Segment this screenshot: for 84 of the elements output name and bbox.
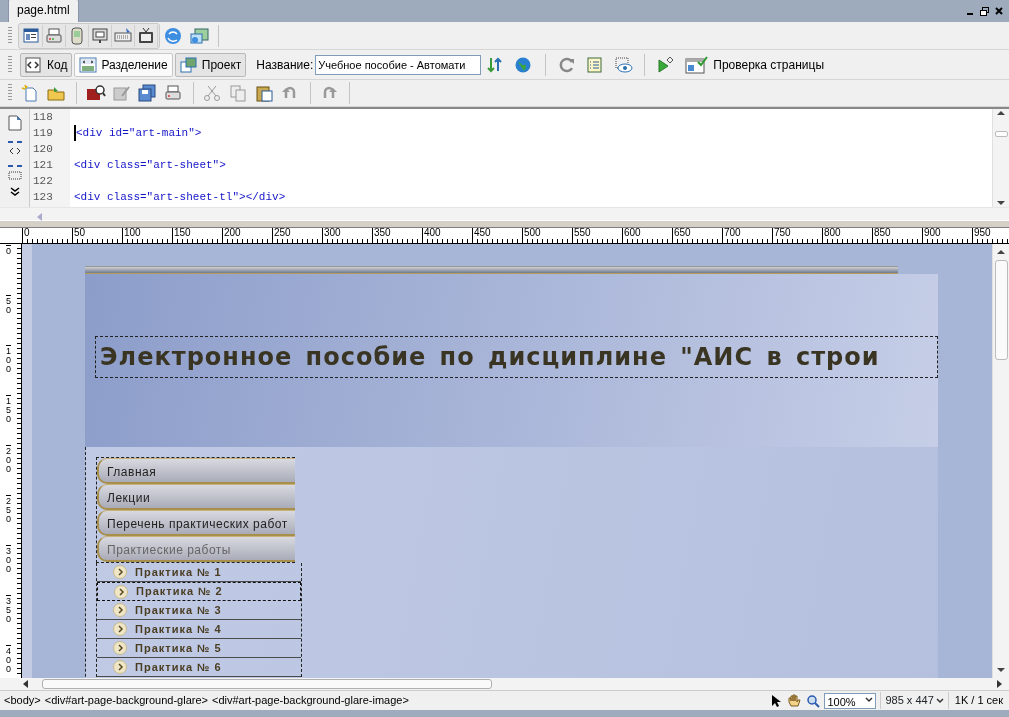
- view-button[interactable]: Проект: [174, 52, 247, 77]
- chevron-icon: [113, 565, 127, 579]
- download-time: 1K / 1 сек: [947, 692, 1009, 709]
- save-all-icon[interactable]: [138, 84, 158, 102]
- submenu-item[interactable]: Практика № 5: [97, 639, 301, 658]
- page-title: Электронное пособие по дисциплине "АИС в строи: [95, 336, 938, 378]
- printer-icon[interactable]: [45, 26, 63, 45]
- line-number: 120: [33, 142, 54, 157]
- line-number: 118: [33, 110, 54, 125]
- chevron-icon: [113, 660, 127, 674]
- menu-item[interactable]: Перечень практических работ: [97, 510, 295, 536]
- chevron-icon: [113, 603, 127, 617]
- code-line: <div class="art-sheet-tl"></div>: [74, 190, 287, 205]
- windows-icon[interactable]: [189, 26, 209, 45]
- hand-icon[interactable]: [786, 693, 803, 708]
- title-label: Название:: [256, 56, 314, 74]
- edit-icon[interactable]: [112, 84, 132, 102]
- chevron-icon: [114, 584, 128, 599]
- view-button[interactable]: Разделение: [74, 52, 173, 77]
- document-tab[interactable]: page.html: [8, 0, 79, 22]
- eye-icon[interactable]: [613, 55, 633, 74]
- scroll-thumb[interactable]: [994, 260, 1008, 360]
- tag-selector[interactable]: <div#art-page-background-glare>: [44, 692, 208, 709]
- menu-item[interactable]: Главная: [97, 458, 295, 484]
- submenu-item[interactable]: Практика № 4: [97, 620, 301, 639]
- keyboard-icon[interactable]: [114, 26, 132, 45]
- splitter-bar[interactable]: [0, 220, 1009, 228]
- scroll-right-icon[interactable]: [997, 680, 1003, 688]
- tag-selector[interactable]: <body>: [4, 692, 41, 709]
- scroll-up-icon[interactable]: [997, 109, 1005, 115]
- pointer-icon[interactable]: [770, 693, 783, 708]
- restore-icon[interactable]: [980, 6, 989, 16]
- scroll-thumb[interactable]: [994, 131, 1008, 137]
- line-number: 122: [33, 174, 54, 189]
- ruler-label: 350: [6, 595, 11, 645]
- menu-item[interactable]: Лекции: [97, 484, 295, 510]
- check-page-button[interactable]: Проверка страницы: [681, 52, 828, 77]
- checklist-icon: [685, 55, 710, 74]
- submenu-item[interactable]: Практика № 1: [97, 563, 301, 582]
- ruler-label: 300: [6, 545, 11, 595]
- layout-icon[interactable]: [22, 26, 40, 45]
- expand-icon[interactable]: [9, 187, 20, 197]
- submenu-item[interactable]: Практика № 2: [97, 582, 301, 601]
- printer-icon[interactable]: [164, 84, 184, 102]
- title-field[interactable]: Учебное пособие - Автомати: [315, 54, 482, 75]
- collapse-tag-icon[interactable]: [6, 139, 23, 157]
- ruler-label: 50: [6, 295, 11, 345]
- device-icon[interactable]: [68, 26, 86, 45]
- chevron-icon: [113, 641, 127, 655]
- ruler-label: 250: [6, 495, 11, 545]
- code-view-icon: [25, 56, 43, 73]
- window-size-selector[interactable]: 985 x 447: [880, 692, 948, 709]
- submenu-item[interactable]: Практика № 3: [97, 601, 301, 620]
- ruler-label: 950: [972, 228, 1009, 243]
- ruler-label: 0: [6, 245, 11, 295]
- browse-icon[interactable]: [86, 84, 106, 102]
- collapse-selection-icon[interactable]: [6, 163, 23, 181]
- scroll-down-icon[interactable]: [997, 668, 1005, 674]
- folder-icon[interactable]: [47, 84, 67, 102]
- paste-icon[interactable]: [255, 84, 275, 102]
- scroll-thumb[interactable]: [42, 679, 492, 689]
- ruler-label: 150: [6, 395, 11, 445]
- view-button[interactable]: Код: [20, 52, 73, 77]
- line-number: 119: [33, 126, 54, 141]
- tag-selector[interactable]: <div#art-page-background-glare-image>: [212, 692, 409, 709]
- refresh-icon[interactable]: [557, 55, 577, 74]
- zoom-select[interactable]: 100%: [824, 692, 877, 709]
- tv-icon[interactable]: [137, 26, 155, 45]
- design-view-icon: [179, 56, 198, 73]
- line-number: 123: [33, 190, 54, 205]
- scroll-up-icon[interactable]: [997, 248, 1005, 254]
- close-icon[interactable]: [995, 6, 1003, 15]
- submenu-item[interactable]: Практика № 6: [97, 658, 301, 677]
- chevron-icon: [113, 622, 127, 636]
- zoom-icon[interactable]: [806, 693, 821, 708]
- code-line: <div class="art-sheet">: [74, 158, 227, 173]
- line-number: 121: [33, 158, 54, 173]
- monitor-icon[interactable]: [91, 26, 109, 45]
- split-view-icon: [79, 56, 98, 73]
- ruler-label: 100: [6, 345, 11, 395]
- document-icon[interactable]: [6, 115, 23, 133]
- scroll-left-icon[interactable]: [22, 680, 28, 688]
- ruler-label: 200: [6, 445, 11, 495]
- list-icon[interactable]: [585, 55, 605, 74]
